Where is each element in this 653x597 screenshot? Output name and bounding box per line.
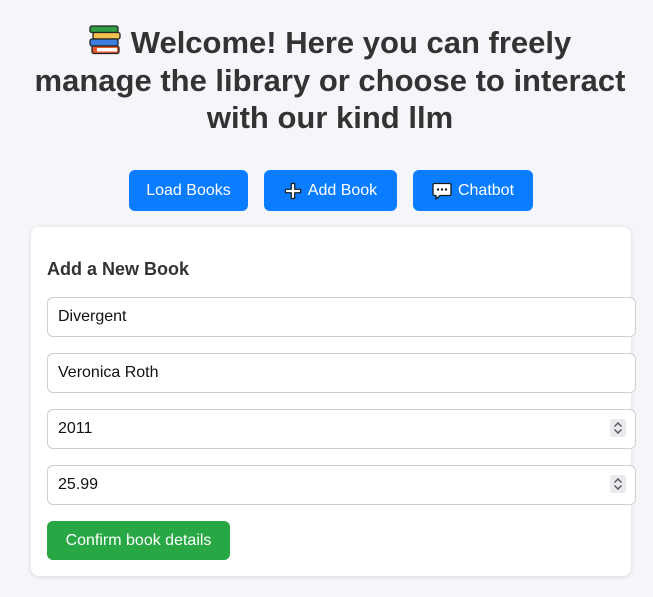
form-heading: Add a New Book: [47, 259, 190, 279]
books-icon: [89, 25, 121, 55]
chatbot-button[interactable]: Chatbot: [413, 170, 533, 211]
load-books-label: Load Books: [146, 181, 231, 199]
book-title-input[interactable]: [47, 297, 636, 337]
page: Welcome! Here you can freely manage the …: [0, 0, 653, 597]
speech-bubble-icon: [432, 182, 452, 200]
confirm-book-button[interactable]: Confirm book details: [47, 521, 230, 560]
page-title-text: Welcome! Here you can freely manage the …: [34, 25, 626, 135]
plus-icon: [284, 182, 302, 200]
book-year-input[interactable]: [47, 409, 636, 449]
book-price-input[interactable]: [47, 465, 636, 505]
chatbot-label: Chatbot: [457, 181, 515, 199]
page-title: Welcome! Here you can freely manage the …: [30, 24, 630, 137]
book-author-input[interactable]: [47, 353, 636, 393]
book-year-field: [47, 409, 636, 449]
add-book-form: Add a New Book Confirm book details: [31, 227, 636, 576]
year-spinner-icon[interactable]: [610, 419, 626, 437]
action-buttons: Load Books Add Book Chatbot: [0, 170, 653, 211]
add-book-label: Add Book: [307, 181, 378, 199]
add-book-button[interactable]: Add Book: [264, 170, 397, 211]
book-price-field: [47, 465, 636, 505]
price-spinner-icon[interactable]: [610, 475, 626, 493]
load-books-button[interactable]: Load Books: [129, 170, 248, 211]
